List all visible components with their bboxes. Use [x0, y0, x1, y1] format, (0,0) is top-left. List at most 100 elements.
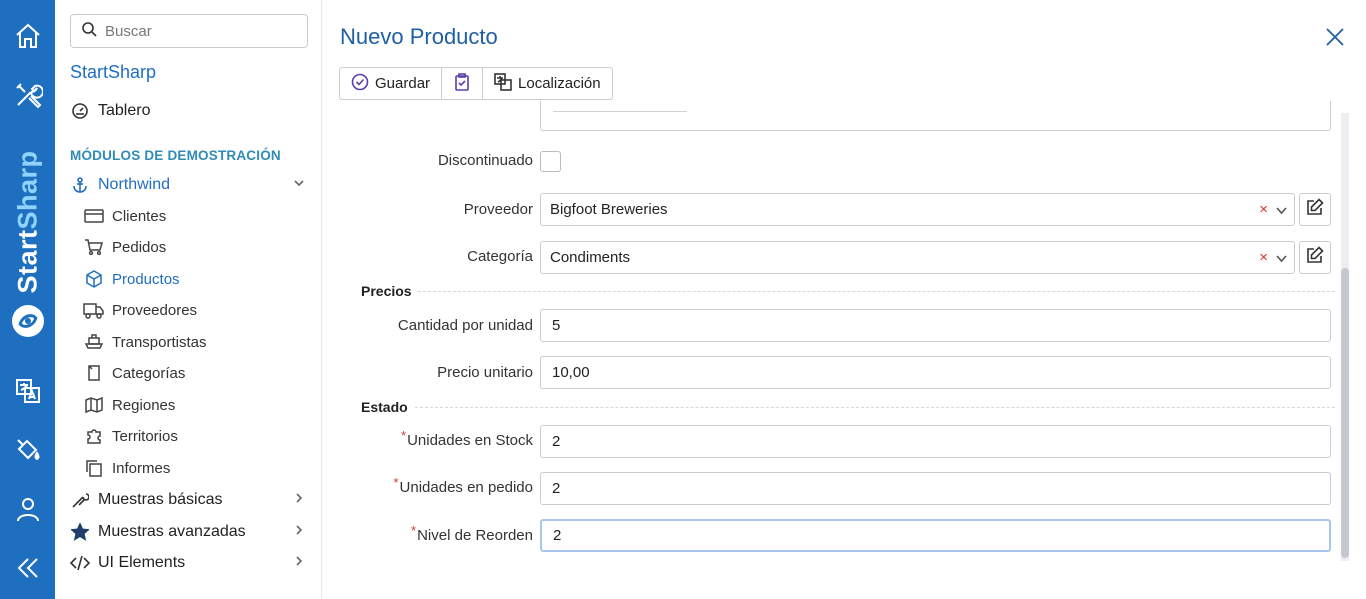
- category-value: Condiments: [550, 249, 631, 266]
- paint-bucket-icon[interactable]: [0, 430, 55, 470]
- sidebar-item-productos[interactable]: Productos: [83, 269, 180, 289]
- edit-supplier-button[interactable]: [1299, 193, 1331, 226]
- sidebar-item-label: Transportistas: [112, 333, 207, 351]
- localization-button-label: Localización: [518, 75, 601, 92]
- sidebar-item-categorias[interactable]: Categorías: [83, 363, 185, 383]
- search-icon: [81, 21, 97, 42]
- supplier-value: Bigfoot Breweries: [550, 201, 668, 218]
- save-button-label: Guardar: [375, 75, 431, 92]
- discontinued-checkbox[interactable]: [540, 151, 561, 172]
- sidebar-item-label: Territorios: [112, 427, 178, 445]
- sidebar-item-advanced-samples[interactable]: Muestras avanzadas: [70, 522, 307, 542]
- chevron-down-icon[interactable]: [1275, 204, 1288, 221]
- chevron-right-icon: [293, 491, 305, 509]
- sidebar-item-label: Proveedores: [112, 301, 198, 319]
- sidebar-item-basic-samples[interactable]: Muestras básicas: [70, 490, 307, 510]
- sidebar-item-label: Productos: [112, 270, 180, 288]
- search-input[interactable]: [105, 22, 295, 40]
- stock-input[interactable]: 2: [540, 425, 1331, 458]
- ship-icon: [83, 332, 105, 352]
- stock-label-text: Unidades en Stock: [407, 432, 533, 449]
- localization-button[interactable]: Localización: [483, 68, 612, 99]
- dialog-toolbar: Guardar Localización: [339, 67, 613, 100]
- sidebar-title[interactable]: StartSharp: [70, 62, 156, 83]
- supplier-select[interactable]: Bigfoot Breweries ×: [540, 193, 1295, 226]
- clear-icon[interactable]: ×: [1259, 201, 1268, 218]
- tools-icon[interactable]: [0, 75, 55, 115]
- map-icon: [83, 395, 105, 415]
- home-icon[interactable]: [0, 16, 55, 56]
- save-button[interactable]: Guardar: [340, 68, 443, 99]
- cube-icon: [83, 269, 105, 289]
- sidebar-item-pedidos[interactable]: Pedidos: [83, 237, 166, 257]
- qty-input[interactable]: 5: [540, 309, 1331, 342]
- sidebar-item-clientes[interactable]: Clientes: [83, 206, 166, 226]
- required-mark: *: [393, 475, 399, 490]
- sidebar-item-label: Informes: [112, 459, 171, 477]
- sidebar-item-territorios[interactable]: Territorios: [83, 426, 178, 446]
- sidebar-item-label: Muestras básicas: [98, 491, 223, 508]
- required-mark: *: [411, 523, 417, 538]
- form-area: Discontinuado Proveedor Bigfoot Brewerie…: [323, 101, 1343, 571]
- section-label: MÓDULOS DE DEMOSTRACIÓN: [70, 148, 281, 163]
- cart-icon: [83, 237, 105, 257]
- sidebar-item-northwind[interactable]: Northwind: [70, 175, 307, 195]
- code-icon: [70, 553, 90, 573]
- supplier-label: Proveedor: [463, 201, 533, 218]
- sidebar-item-label: Regiones: [112, 396, 176, 414]
- gauge-icon: [70, 101, 90, 121]
- edit-category-button[interactable]: [1299, 241, 1331, 274]
- wand-icon: [70, 490, 90, 510]
- category-heading-status[interactable]: Estado: [361, 399, 408, 415]
- on-order-label-text: Unidades en pedido: [399, 479, 533, 496]
- form-scrollbar[interactable]: [1341, 113, 1349, 561]
- on-order-input[interactable]: 2: [540, 472, 1331, 505]
- clipboard-check-icon: [453, 72, 471, 95]
- scrollbar-thumb[interactable]: [1341, 268, 1349, 558]
- category-label: Categoría: [467, 248, 533, 265]
- sidebar-item-ui-elements[interactable]: UI Elements: [70, 553, 307, 573]
- category-heading-prices[interactable]: Precios: [361, 283, 412, 299]
- partial-field[interactable]: [540, 101, 1331, 131]
- card-icon: [83, 206, 105, 226]
- qty-label: Cantidad por unidad: [397, 317, 533, 334]
- sidebar-item-regiones[interactable]: Regiones: [83, 395, 175, 415]
- price-input[interactable]: 10,00: [540, 356, 1331, 389]
- stock-label: *Unidades en Stock: [401, 428, 533, 449]
- chevron-down-icon[interactable]: [1275, 252, 1288, 269]
- copy-icon: [83, 458, 105, 478]
- search-box[interactable]: [70, 14, 308, 48]
- category-divider: [415, 407, 1335, 408]
- reorder-label-text: Nivel de Reorden: [417, 527, 533, 544]
- sidebar-item-label: Tablero: [98, 102, 151, 119]
- on-order-label: *Unidades en pedido: [393, 475, 533, 496]
- sidebar-item-label: Northwind: [98, 176, 171, 193]
- star-icon: [70, 522, 90, 542]
- close-icon[interactable]: [1324, 26, 1346, 48]
- reorder-input[interactable]: 2: [540, 519, 1331, 552]
- apply-button[interactable]: [442, 68, 484, 99]
- reorder-label: *Nivel de Reorden: [411, 523, 533, 544]
- sidebar: StartSharp Tablero MÓDULOS DE DEMOSTRACI…: [55, 0, 322, 599]
- chevron-down-icon: [293, 176, 305, 194]
- edit-icon: [1306, 198, 1324, 221]
- sidebar-item-proveedores[interactable]: Proveedores: [83, 300, 197, 320]
- sidebar-item-transportistas[interactable]: Transportistas: [83, 332, 206, 352]
- clear-icon[interactable]: ×: [1259, 249, 1268, 266]
- user-icon[interactable]: [0, 489, 55, 529]
- dialog-title: Nuevo Producto: [340, 24, 498, 49]
- sidebar-item-label: Pedidos: [112, 238, 167, 256]
- folder-icon: [83, 363, 105, 383]
- truck-icon: [83, 300, 105, 320]
- category-select[interactable]: Condiments ×: [540, 241, 1295, 274]
- price-label: Precio unitario: [437, 364, 533, 381]
- puzzle-icon: [83, 426, 105, 446]
- sidebar-item-label: UI Elements: [98, 554, 186, 571]
- sidebar-item-dashboard[interactable]: Tablero: [70, 101, 150, 121]
- translate-icon: [494, 72, 518, 95]
- app-rail: StartSharp: [0, 0, 55, 599]
- translate-icon[interactable]: [0, 371, 55, 411]
- sidebar-item-informes[interactable]: Informes: [83, 458, 170, 478]
- collapse-icon[interactable]: [0, 548, 55, 588]
- chevron-right-icon: [293, 523, 305, 541]
